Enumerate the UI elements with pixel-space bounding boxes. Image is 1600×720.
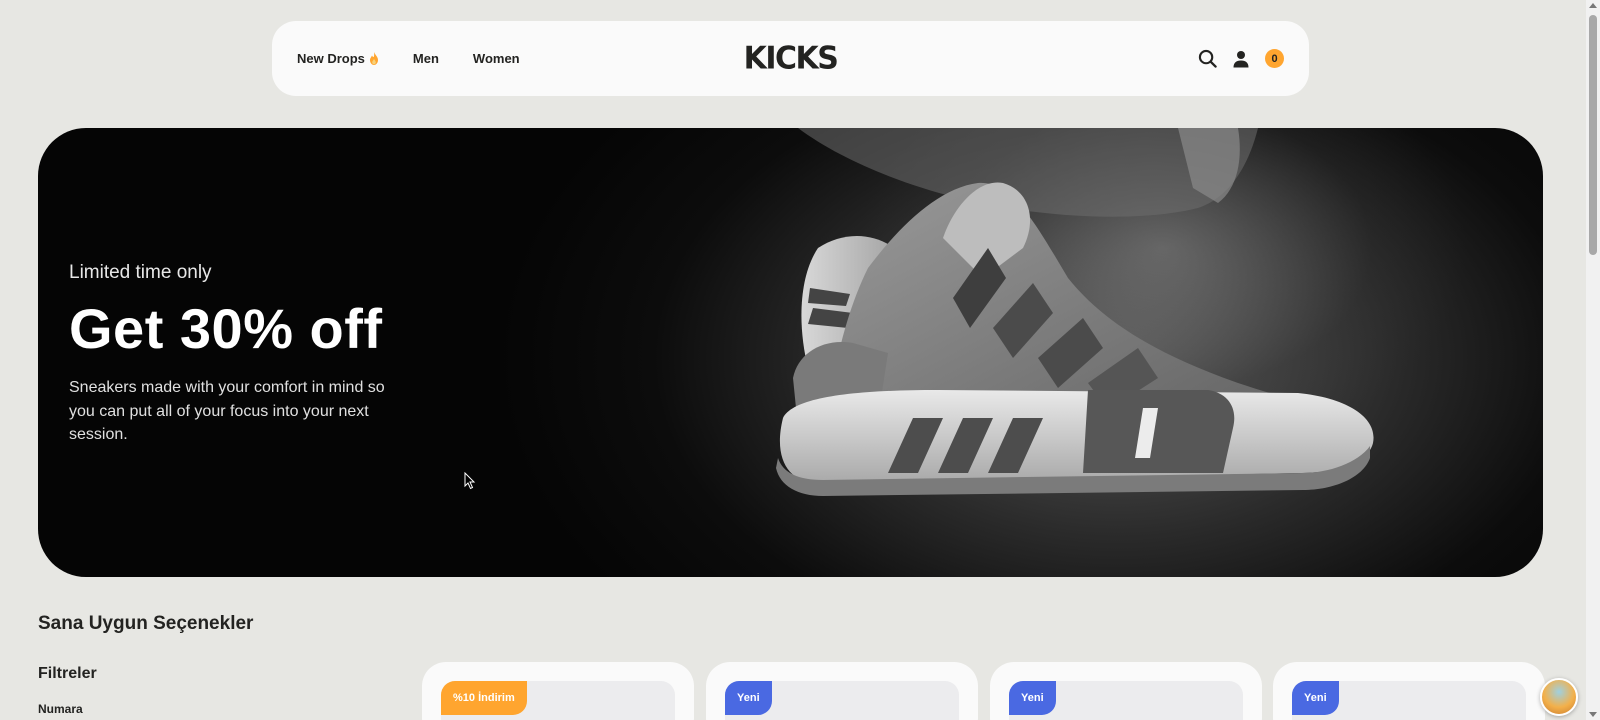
page-scrollbar[interactable] [1586,0,1600,720]
kicks-logo[interactable]: KICKS [743,40,839,77]
section-title: Sana Uygun Seçenekler [38,613,254,634]
logo-text: KICKS [743,40,839,77]
product-card[interactable]: Yeni [706,662,978,720]
scrollbar-thumb[interactable] [1589,15,1597,255]
product-card[interactable]: Yeni [990,662,1262,720]
filters-title: Filtreler [38,665,97,682]
account-button[interactable] [1231,49,1251,69]
mouse-cursor-icon [464,472,476,490]
product-card[interactable]: %10 İndirim [422,662,694,720]
scroll-down-arrow-icon[interactable] [1589,712,1597,717]
search-icon [1198,49,1217,68]
new-badge: Yeni [1292,681,1339,715]
nav-links: New Drops Men Women [297,51,520,66]
cart-count-badge[interactable]: 0 [1265,49,1284,68]
discount-badge: %10 İndirim [441,681,527,715]
nav-link-label: Women [472,51,520,66]
product-card[interactable]: Yeni [1273,662,1545,720]
new-badge: Yeni [1009,681,1056,715]
hero-title: Get 30% off [69,297,383,360]
hero-banner[interactable]: Limited time only Get 30% off Sneakers m… [38,128,1543,577]
filter-size-label: Numara [38,702,83,716]
scroll-up-arrow-icon[interactable] [1589,3,1597,8]
nav-icons: 0 [1197,49,1284,69]
nav-link-women[interactable]: Women [473,51,520,66]
new-badge: Yeni [725,681,772,715]
hero-subtitle: Limited time only [69,262,212,283]
user-icon [1233,50,1249,67]
nav-link-label: Men [412,51,439,66]
sneaker-image [776,128,1374,496]
hero-description: Sneakers made with your comfort in mind … [69,379,385,443]
main-navbar: New Drops Men Women KICKS 0 [272,21,1309,96]
flame-icon [369,52,378,65]
nav-link-men[interactable]: Men [413,51,439,66]
nav-link-label: New Drops [297,51,365,66]
nav-link-new-drops[interactable]: New Drops [297,51,379,66]
floating-avatar-button[interactable] [1540,678,1578,716]
search-button[interactable] [1197,49,1217,69]
